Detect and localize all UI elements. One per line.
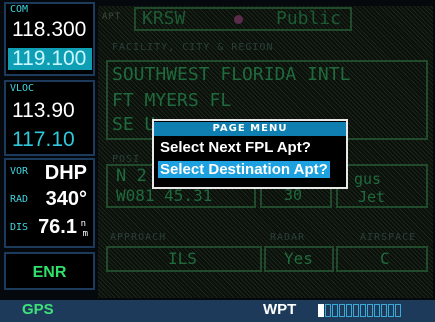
facility-region: SE U [112, 114, 156, 135]
page-indicator-block [353, 304, 359, 317]
page-indicator-block [325, 304, 331, 317]
approach-value: ILS [168, 249, 197, 268]
page-group-label: WPT [263, 301, 297, 318]
page-indicator-block [374, 304, 380, 317]
com-tag: COM [10, 4, 29, 15]
apt-tag: APT [102, 12, 122, 22]
dis-tag: DIS [10, 222, 29, 233]
page-indicator-block [346, 304, 352, 317]
page-indicator-block [332, 304, 338, 317]
gns-screen: COM 118.300 119.100 VLOC 113.90 117.10 V… [0, 0, 435, 322]
position-lat: N 2 [116, 166, 147, 186]
flight-phase-label: ENR [32, 264, 67, 281]
vloc-box[interactable]: VLOC 113.90 117.10 [4, 80, 95, 156]
vor-distance: 76.1 [38, 216, 77, 239]
page-indicator-block [381, 304, 387, 317]
vloc-active-frequency: 113.90 [12, 99, 75, 122]
vor-tag: VOR [10, 166, 29, 177]
distance-unit-top: n [80, 219, 86, 229]
radar-label: RADAR [270, 232, 306, 243]
com-active-frequency: 118.300 [12, 18, 87, 41]
vor-distance-value: 76.1 [38, 216, 77, 238]
airport-ident: KRSW [142, 8, 186, 29]
page-indicator-block [395, 304, 401, 317]
vloc-tag: VLOC [10, 83, 35, 94]
page-indicator-block [367, 304, 373, 317]
page-menu-popup: PAGE MENU Select Next FPL Apt? Select De… [152, 119, 348, 189]
nav-source-indicator[interactable]: GPS [22, 301, 54, 318]
menu-item-select-destination-apt[interactable]: Select Destination Apt? [158, 161, 330, 178]
facility-label: FACILITY, CITY & REGION [112, 42, 274, 53]
rad-tag: RAD [10, 194, 29, 205]
status-bar: GPS WPT [0, 300, 435, 322]
page-indicator-block [318, 304, 324, 317]
facility-city: FT MYERS FL [112, 90, 232, 111]
vor-radial: 340° [45, 188, 87, 210]
page-indicator [318, 304, 401, 317]
airspace-value: C [380, 249, 390, 268]
page-menu-title: PAGE MENU [154, 122, 346, 136]
airspace-label: AIRSPACE [360, 232, 417, 243]
vloc-standby-frequency[interactable]: 117.10 [12, 128, 75, 152]
com-box[interactable]: COM 118.300 119.100 [4, 2, 95, 76]
flight-phase-box: ENR [4, 252, 95, 290]
airport-type: Public [276, 8, 342, 29]
fuel-type-2: Jet [358, 188, 386, 206]
vor-info-box: VOR DHP RAD 340° DIS 76.1 n m [4, 158, 95, 248]
radar-value: Yes [284, 249, 313, 268]
distance-unit-bottom: m [82, 229, 88, 239]
approach-label: APPROACH [110, 232, 167, 243]
page-indicator-block [339, 304, 345, 317]
vor-ident: DHP [44, 162, 87, 184]
page-indicator-block [360, 304, 366, 317]
page-indicator-block [388, 304, 394, 317]
menu-item-select-next-fpl-apt[interactable]: Select Next FPL Apt? [160, 139, 311, 156]
fuel-type-1: gus [354, 170, 382, 188]
facility-name: SOUTHWEST FLORIDA INTL [112, 64, 351, 85]
airport-symbol-icon [234, 15, 243, 24]
com-standby-frequency[interactable]: 119.100 [8, 48, 92, 70]
